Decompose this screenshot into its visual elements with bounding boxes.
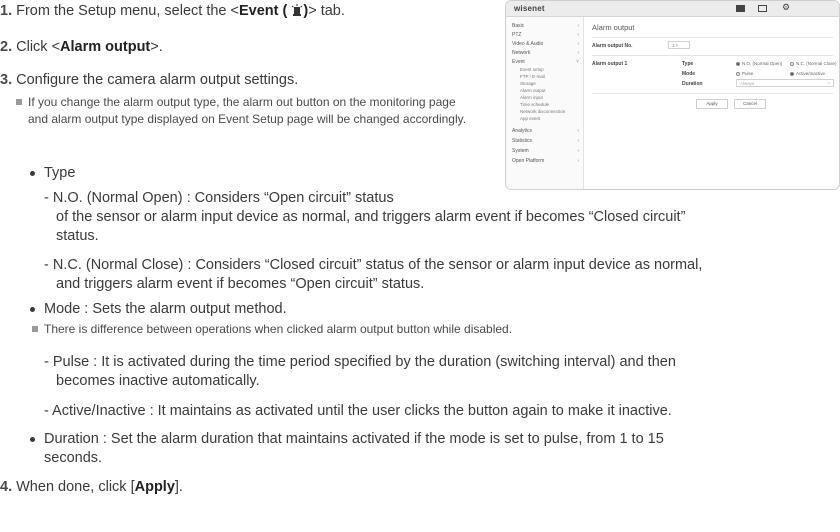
sidebar-item-open-platform[interactable]: Open Platform xyxy=(512,158,544,165)
chevron-right-icon: › xyxy=(577,50,579,56)
chevron-right-icon: › xyxy=(577,128,579,134)
type-radio-no[interactable]: N.O. (Normal Open) xyxy=(736,61,782,67)
sidebar-sub-alarm-input[interactable]: Alarm input xyxy=(520,95,543,101)
sidebar-sub-app-event[interactable]: App event xyxy=(520,116,540,122)
chevron-right-icon: › xyxy=(577,148,579,154)
note-alarm-type-change: If you change the alarm output type, the… xyxy=(28,95,467,127)
alarm-output-1-label: Alarm output 1 xyxy=(592,61,628,67)
playback-icon[interactable] xyxy=(758,5,767,12)
sidebar-item-network[interactable]: Network xyxy=(512,50,530,57)
sidebar-sub-event-setup[interactable]: Event setup xyxy=(520,67,544,73)
nc-line-1: - N.C. (Normal Close) : Considers “Close… xyxy=(44,257,703,273)
mode-radio-pulse[interactable]: Pulse xyxy=(736,71,753,77)
mode-radio-active-inactive[interactable]: Active/Inactive xyxy=(790,71,825,77)
sidebar-item-video-audio[interactable]: Video & Audio xyxy=(512,41,543,48)
duration-label: Duration xyxy=(682,81,703,87)
no-line-2: of the sensor or alarm input device as n… xyxy=(56,209,686,225)
apply-button[interactable]: Apply xyxy=(696,99,728,109)
mode-heading: Mode : Sets the alarm output method. xyxy=(44,301,287,317)
sidebar-sub-network-disconnection[interactable]: Network disconnection xyxy=(520,109,565,115)
monitor-icon[interactable] xyxy=(736,5,745,12)
note-bullet xyxy=(32,326,38,332)
chevron-right-icon: › xyxy=(577,23,579,29)
alarm-output-screenshot: wisenet ⚙ Basic › PTZ › Video & Audio › … xyxy=(505,0,840,190)
note-bullet xyxy=(16,99,22,105)
divider xyxy=(592,55,833,56)
page-title: Alarm output xyxy=(592,23,635,32)
no-line-3: status. xyxy=(56,228,99,244)
mode-label: Mode xyxy=(682,71,696,77)
chevron-right-icon: › xyxy=(577,158,579,164)
sidebar-sub-storage[interactable]: Storage xyxy=(520,81,536,87)
note-mode-difference: There is difference between operations w… xyxy=(44,322,513,336)
sidebar-sub-time-schedule[interactable]: Time schedule xyxy=(520,102,549,108)
manual-page: 1. From the Setup menu, select the <Even… xyxy=(0,0,840,532)
sidebar-item-ptz[interactable]: PTZ xyxy=(512,32,521,39)
sidebar-item-statistics[interactable]: Statistics xyxy=(512,138,532,145)
sidebar-item-system[interactable]: System xyxy=(512,148,529,155)
duration-line-1: Duration : Set the alarm duration that m… xyxy=(44,431,664,447)
chevron-right-icon: › xyxy=(577,138,579,144)
duration-select[interactable]: Always ˅ xyxy=(736,79,834,87)
bullet-dot xyxy=(30,307,35,312)
top-bar: wisenet ⚙ xyxy=(506,1,839,17)
bullet-dot xyxy=(30,437,35,442)
sidebar-sub-alarm-output[interactable]: Alarm output xyxy=(520,88,546,94)
chevron-down-icon: ˅ xyxy=(576,59,579,65)
step-4: 4. When done, click [Apply]. xyxy=(0,479,183,495)
chevron-right-icon: › xyxy=(577,32,579,38)
wisenet-logo: wisenet xyxy=(514,4,545,13)
sidebar-item-basic[interactable]: Basic xyxy=(512,23,524,30)
divider xyxy=(592,37,833,38)
alarm-output-no-label: Alarm output No. xyxy=(592,43,633,49)
pulse-line-2: becomes inactive automatically. xyxy=(56,373,260,389)
step-3: 3. Configure the camera alarm output set… xyxy=(0,72,299,88)
nc-line-2: and triggers alarm event if becomes “Ope… xyxy=(56,276,425,292)
event-icon xyxy=(291,3,303,16)
sidebar-item-analytics[interactable]: Analytics xyxy=(512,128,532,135)
pulse-line-1: - Pulse : It is activated during the tim… xyxy=(44,354,676,370)
sidebar-sub-ftp-email[interactable]: FTP / E-mail xyxy=(520,74,545,80)
chevron-right-icon: › xyxy=(577,41,579,47)
gear-icon[interactable]: ⚙ xyxy=(782,2,791,12)
type-radio-nc[interactable]: N.C. (Normal Close) xyxy=(790,61,837,67)
duration-line-2: seconds. xyxy=(44,450,103,466)
type-label: Type xyxy=(682,61,694,67)
active-line: - Active/Inactive : It maintains as acti… xyxy=(44,403,672,419)
cancel-button[interactable]: Cancel xyxy=(734,99,766,109)
type-heading: Type xyxy=(44,165,76,181)
step-2: 2. Click <Alarm output>. xyxy=(0,39,163,55)
divider xyxy=(592,93,833,94)
step-1: 1. From the Setup menu, select the <Even… xyxy=(0,3,345,19)
setup-sidebar: Basic › PTZ › Video & Audio › Network › … xyxy=(506,17,584,189)
alarm-output-no-select[interactable]: 1 ˅ xyxy=(668,41,690,49)
bullet-dot xyxy=(30,171,35,176)
sidebar-item-event[interactable]: Event xyxy=(512,59,525,66)
no-line-1: - N.O. (Normal Open) : Considers “Open c… xyxy=(44,190,394,206)
settings-panel: Alarm output Alarm output No. 1 ˅ Alarm … xyxy=(584,17,839,189)
